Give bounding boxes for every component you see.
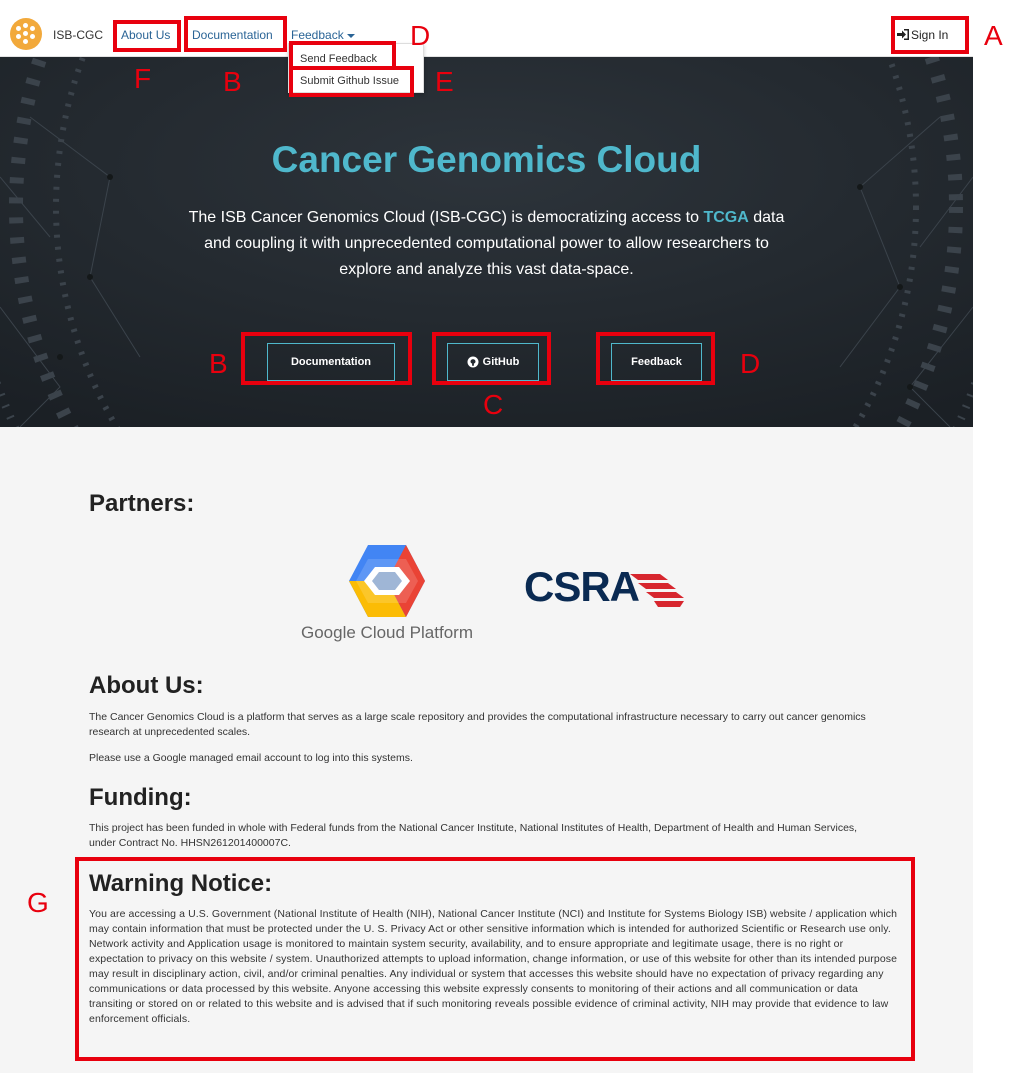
caret-down-icon <box>346 33 355 38</box>
annotation-box-e <box>289 66 414 97</box>
annotation-letter-g: G <box>27 887 49 918</box>
annotation-box-a <box>891 16 969 54</box>
annotation-letter-d-hero: D <box>740 348 761 379</box>
annotation-box-b-nav <box>184 16 287 52</box>
isb-cgc-logo-icon[interactable] <box>10 18 42 50</box>
google-cloud-platform-label[interactable]: Google Cloud Platform <box>301 623 473 643</box>
nav-feedback-dropdown[interactable]: Feedback <box>291 28 355 42</box>
page: { "navbar": { "brand": "ISB-CGC", "links… <box>0 0 1032 1073</box>
google-cloud-hexagon-icon[interactable] <box>348 543 426 619</box>
about-heading: About Us: <box>89 672 204 699</box>
annotation-box-g <box>75 857 915 1061</box>
annotation-box-c <box>432 332 551 385</box>
csra-logo-text[interactable]: CSRA <box>524 563 640 611</box>
hero-title: Cancer Genomics Cloud <box>271 139 702 180</box>
annotation-letter-e: E <box>435 66 454 97</box>
annotation-box-b-hero <box>241 332 412 385</box>
annotation-letter-b-hero: B <box>209 348 228 379</box>
about-paragraph: The Cancer Genomics Cloud is a platform … <box>89 711 866 738</box>
tcga-highlight: TCGA <box>703 209 749 226</box>
hero-description: The ISB Cancer Genomics Cloud (ISB-CGC) … <box>180 205 793 283</box>
annotation-letter-f: F <box>134 63 152 94</box>
funding-paragraph: This project has been funded in whole wi… <box>89 822 858 849</box>
brand-name[interactable]: ISB-CGC <box>53 28 103 42</box>
annotation-letter-c: C <box>483 389 504 420</box>
annotation-letter-b-nav: B <box>223 66 242 97</box>
annotation-letter-a: A <box>984 20 1003 51</box>
annotation-box-d-hero <box>596 332 715 385</box>
annotation-letter-d-nav: D <box>410 20 431 51</box>
nav-feedback-label: Feedback <box>291 28 344 42</box>
csra-stripes-icon <box>630 574 684 607</box>
about-login-note: Please use a Google managed email accoun… <box>89 752 413 764</box>
hero-desc-before: The ISB Cancer Genomics Cloud (ISB-CGC) … <box>188 209 700 226</box>
annotation-box-f <box>113 20 181 52</box>
funding-heading: Funding: <box>89 784 192 811</box>
partners-heading: Partners: <box>89 490 195 517</box>
